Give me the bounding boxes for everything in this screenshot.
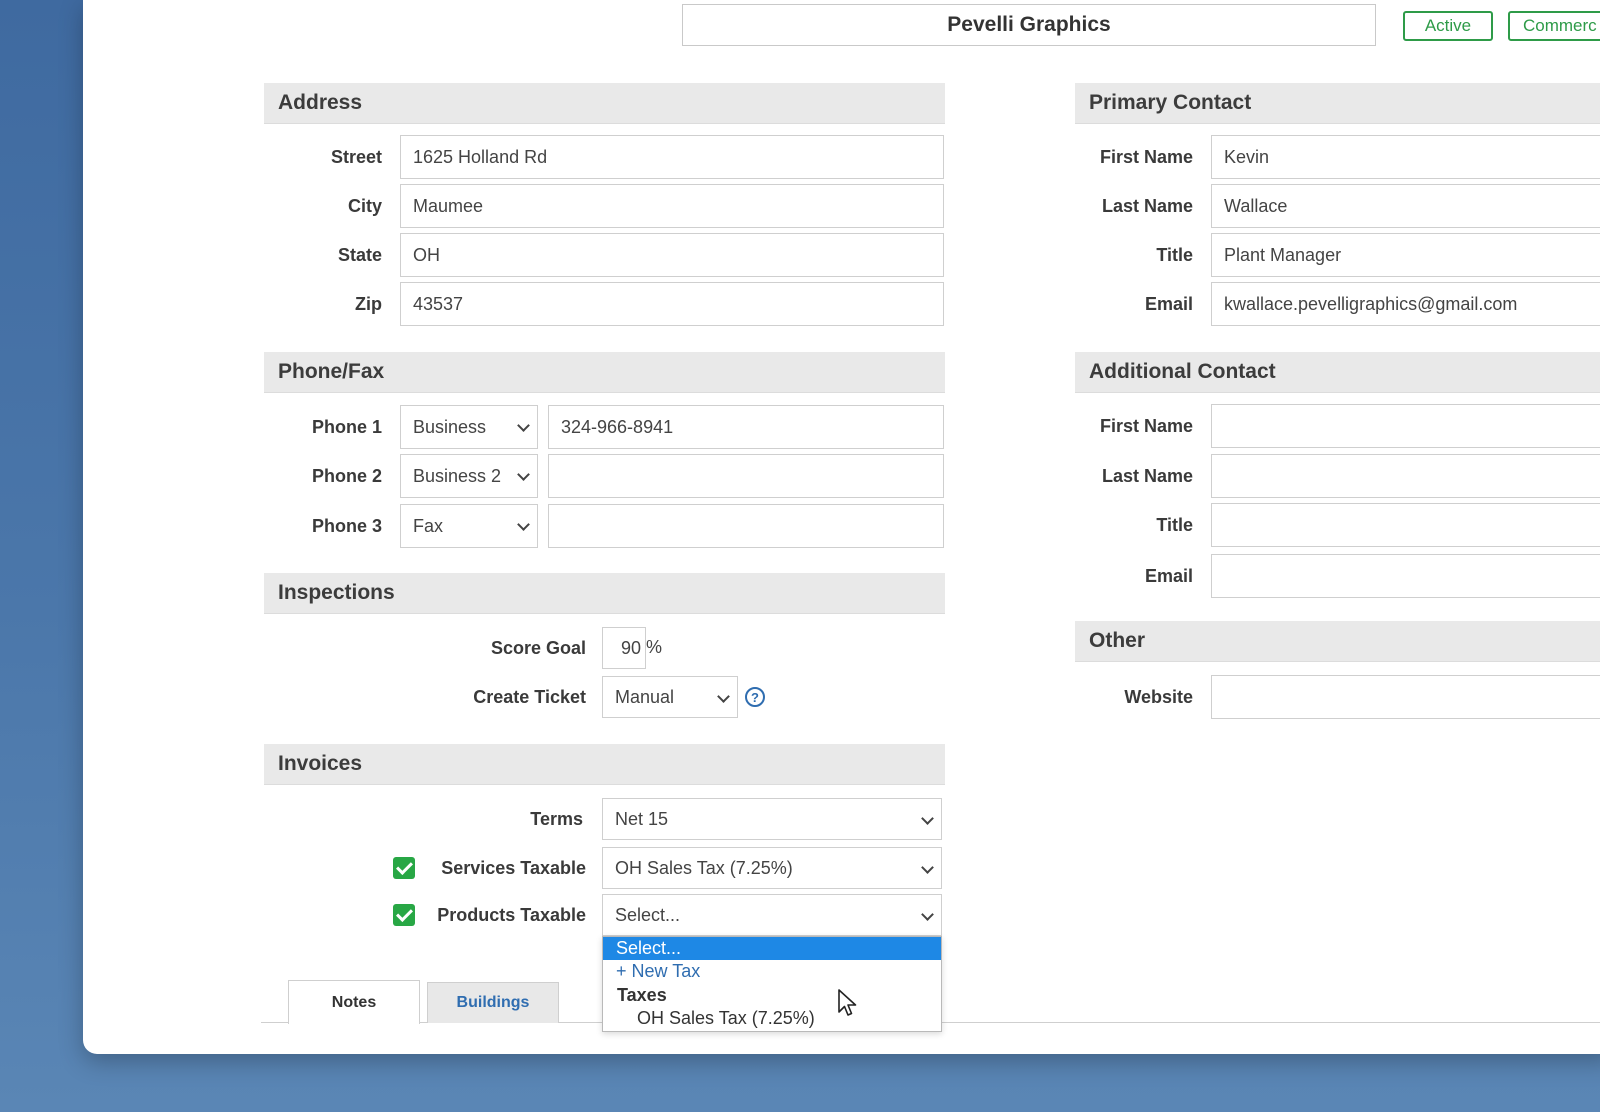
products-taxable-label: Products Taxable xyxy=(437,905,586,925)
phone-2-number-input[interactable] xyxy=(548,454,944,498)
zip-input[interactable]: 43537 xyxy=(400,282,944,326)
tab-notes[interactable]: Notes xyxy=(288,980,420,1024)
chevron-down-icon xyxy=(517,518,530,531)
phone-2-type-select[interactable]: Business 2 xyxy=(400,454,538,498)
address-section-header: Address xyxy=(264,83,945,124)
additional-last-name-input[interactable] xyxy=(1211,454,1600,498)
state-input[interactable]: OH xyxy=(400,233,944,277)
primary-email-input[interactable]: kwallace.pevelligraphics@gmail.com xyxy=(1211,282,1600,326)
phone-3-number-input[interactable] xyxy=(548,504,944,548)
additional-title-input[interactable] xyxy=(1211,503,1600,547)
primary-title-input[interactable]: Plant Manager xyxy=(1211,233,1600,277)
create-ticket-label: Create Ticket xyxy=(473,687,586,707)
products-taxable-checkbox[interactable] xyxy=(393,904,415,926)
phone-1-type-value: Business xyxy=(413,416,487,437)
additional-contact-section-header: Additional Contact xyxy=(1075,352,1600,393)
services-tax-value: OH Sales Tax (7.25%) xyxy=(615,857,793,878)
primary-last-name-label: Last Name xyxy=(1101,196,1193,216)
phone-1-label: Phone 1 xyxy=(311,417,382,437)
chevron-down-icon xyxy=(517,419,530,432)
additional-title-label: Title xyxy=(1156,515,1193,535)
products-tax-value: Select... xyxy=(615,904,681,925)
phone-3-label: Phone 3 xyxy=(311,516,382,536)
terms-value: Net 15 xyxy=(615,808,669,829)
city-input[interactable]: Maumee xyxy=(400,184,944,228)
chevron-down-icon xyxy=(717,690,730,703)
terms-label: Terms xyxy=(530,809,583,829)
phone-3-type-select[interactable]: Fax xyxy=(400,504,538,548)
street-input[interactable]: 1625 Holland Rd xyxy=(400,135,944,179)
chevron-down-icon xyxy=(921,861,934,874)
phone-fax-section-header: Phone/Fax xyxy=(264,352,945,393)
invoices-section-header: Invoices xyxy=(264,744,945,785)
terms-select[interactable]: Net 15 xyxy=(602,798,942,840)
score-goal-unit: % xyxy=(646,637,663,657)
customer-type-badge[interactable]: Commerc xyxy=(1508,11,1600,41)
additional-first-name-label: First Name xyxy=(1099,416,1193,436)
phone-2-type-value: Business 2 xyxy=(413,465,502,486)
dropdown-option-new-tax[interactable]: + New Tax xyxy=(603,960,941,983)
phone-3-type-value: Fax xyxy=(413,515,444,536)
chevron-down-icon xyxy=(517,468,530,481)
additional-last-name-label: Last Name xyxy=(1101,466,1193,486)
primary-first-name-label: First Name xyxy=(1099,147,1193,167)
chevron-down-icon xyxy=(921,812,934,825)
chevron-down-icon xyxy=(921,908,934,921)
create-ticket-value: Manual xyxy=(615,686,675,707)
services-taxable-checkbox[interactable] xyxy=(393,857,415,879)
primary-title-label: Title xyxy=(1156,245,1193,265)
inspections-section-header: Inspections xyxy=(264,573,945,614)
additional-first-name-input[interactable] xyxy=(1211,404,1600,448)
status-badge[interactable]: Active xyxy=(1403,11,1493,41)
company-name-field[interactable]: Pevelli Graphics xyxy=(682,4,1376,46)
phone-2-label: Phone 2 xyxy=(311,466,382,486)
primary-contact-section-header: Primary Contact xyxy=(1075,83,1600,124)
phone-1-number-input[interactable]: 324-966-8941 xyxy=(548,405,944,449)
additional-email-input[interactable] xyxy=(1211,554,1600,598)
website-label: Website xyxy=(1124,687,1193,707)
services-taxable-label: Services Taxable xyxy=(441,858,586,878)
score-goal-input[interactable]: 90 xyxy=(602,627,646,669)
tab-buildings[interactable]: Buildings xyxy=(427,982,559,1023)
phone-1-type-select[interactable]: Business xyxy=(400,405,538,449)
dropdown-group-taxes: Taxes xyxy=(617,985,667,1005)
zip-label: Zip xyxy=(355,294,382,314)
additional-email-label: Email xyxy=(1144,566,1193,586)
street-label: Street xyxy=(330,147,382,167)
help-icon[interactable]: ? xyxy=(745,687,765,707)
state-label: State xyxy=(337,245,382,265)
customer-edit-window: Pevelli Graphics Active Commerc Address … xyxy=(83,0,1600,1054)
services-tax-select[interactable]: OH Sales Tax (7.25%) xyxy=(602,847,942,889)
dropdown-option-oh-sales-tax[interactable]: OH Sales Tax (7.25%) xyxy=(603,1007,941,1030)
city-label: City xyxy=(347,196,382,216)
primary-first-name-input[interactable]: Kevin xyxy=(1211,135,1600,179)
products-tax-select[interactable]: Select... xyxy=(602,894,942,936)
primary-email-label: Email xyxy=(1144,294,1193,314)
mouse-cursor-icon xyxy=(838,989,857,1016)
products-tax-dropdown-list: Select... + New Tax Taxes OH Sales Tax (… xyxy=(602,936,942,1032)
primary-last-name-input[interactable]: Wallace xyxy=(1211,184,1600,228)
score-goal-label: Score Goal xyxy=(490,638,586,658)
create-ticket-select[interactable]: Manual xyxy=(602,676,738,718)
website-input[interactable] xyxy=(1211,675,1600,719)
other-section-header: Other xyxy=(1075,621,1600,662)
dropdown-option-select[interactable]: Select... xyxy=(603,937,941,960)
